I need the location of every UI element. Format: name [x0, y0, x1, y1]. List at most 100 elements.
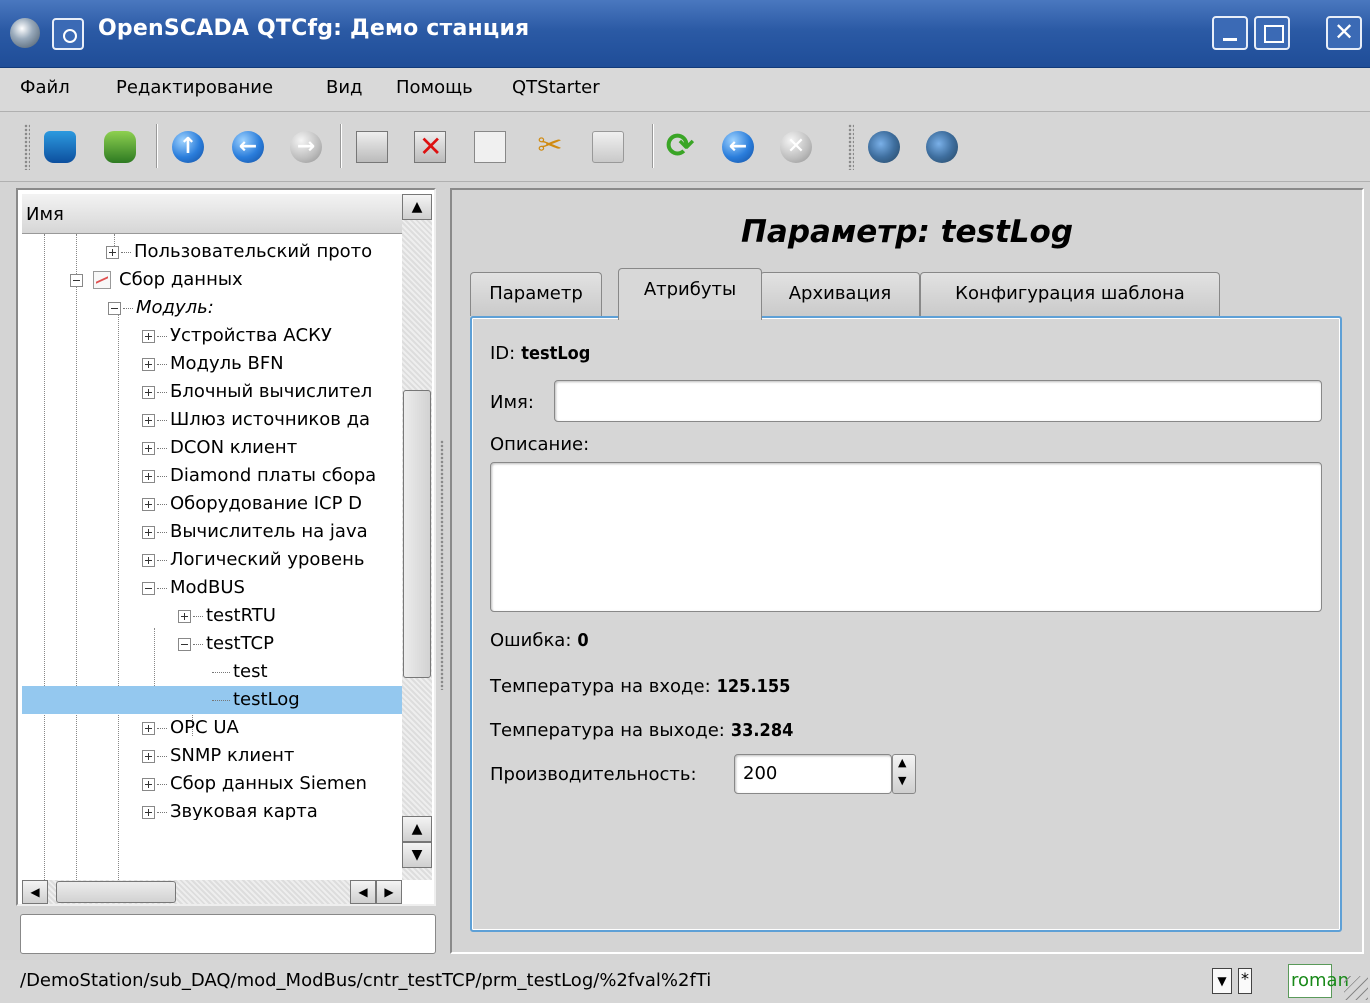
expand-icon[interactable] — [142, 721, 155, 735]
config-tool-icon[interactable] — [868, 131, 900, 163]
tree-item[interactable]: Устройства АСКУ — [142, 322, 332, 350]
tree-item[interactable]: Шлюз источников да — [142, 406, 370, 434]
window-menu-icon[interactable] — [52, 18, 84, 50]
expand-icon[interactable] — [142, 469, 155, 483]
scrollbar-thumb[interactable] — [56, 881, 176, 903]
tree-item[interactable]: DCON клиент — [142, 434, 297, 462]
temp-out-value: 33.284 — [730, 720, 794, 741]
tree-item[interactable]: ModBUS — [142, 574, 245, 602]
expand-icon[interactable] — [142, 385, 155, 399]
tree-item[interactable]: Сбор данных Siemen — [142, 770, 367, 798]
name-label: Имя: — [490, 392, 534, 413]
tree-item[interactable]: test — [212, 658, 268, 686]
scroll-up-icon[interactable]: ▲ — [402, 816, 432, 842]
back-icon[interactable]: ← — [232, 131, 264, 163]
tree-item[interactable]: testTCP — [178, 630, 274, 658]
tree-item[interactable]: testRTU — [178, 602, 276, 630]
resize-grip-icon[interactable] — [1344, 976, 1368, 1000]
tree-item[interactable]: Сбор данных — [70, 266, 243, 294]
pane-splitter[interactable] — [440, 440, 444, 690]
scroll-up-icon[interactable]: ▲ — [402, 194, 432, 220]
tree-column-header[interactable]: Имя — [22, 194, 420, 234]
tree-item[interactable]: Логический уровень — [142, 546, 364, 574]
stop-icon[interactable]: ✕ — [780, 131, 812, 163]
tree-item[interactable]: Блочный вычислител — [142, 378, 372, 406]
toolbar-grip[interactable] — [848, 124, 854, 170]
delete-item-icon[interactable] — [414, 130, 446, 163]
expand-icon[interactable] — [142, 413, 155, 427]
app-icon[interactable] — [10, 18, 40, 48]
menu-qtstarter[interactable]: QTStarter — [512, 77, 600, 98]
menu-help[interactable]: Помощь — [396, 77, 473, 98]
tree-item[interactable]: Звуковая карта — [142, 798, 318, 820]
paste-icon[interactable] — [592, 131, 624, 163]
scroll-left-icon[interactable]: ◀ — [350, 880, 376, 904]
menu-file[interactable]: Файл — [20, 77, 70, 98]
user-badge[interactable]: roman — [1288, 964, 1349, 998]
collapse-icon[interactable] — [178, 637, 191, 651]
toolbar: ↑ ← → ✂ ⟳ ← ✕ — [0, 112, 1370, 182]
scroll-right-icon[interactable]: ▶ — [376, 880, 402, 904]
expand-icon[interactable] — [142, 749, 155, 763]
tree-item[interactable]: OPC UA — [142, 714, 239, 742]
expand-icon[interactable] — [142, 497, 155, 511]
scroll-down-icon[interactable]: ▼ — [402, 842, 432, 868]
chart-icon — [93, 271, 111, 289]
tree-horizontal-scrollbar[interactable]: ◀ ◀ ▶ — [22, 880, 402, 904]
scroll-left-icon[interactable]: ◀ — [22, 880, 48, 904]
expand-icon[interactable] — [142, 525, 155, 539]
forward-icon[interactable]: → — [290, 131, 322, 163]
expand-icon[interactable] — [142, 553, 155, 567]
expand-icon[interactable] — [142, 805, 155, 819]
refresh-icon[interactable]: ⟳ — [664, 129, 696, 163]
tree-item[interactable]: Оборудование ICP D — [142, 490, 362, 518]
db-save-icon[interactable] — [104, 131, 136, 163]
tab-archiving[interactable]: Архивация — [760, 272, 920, 316]
maximize-button[interactable] — [1254, 16, 1290, 50]
toolbar-separator — [156, 124, 158, 168]
tree-item[interactable]: SNMP клиент — [142, 742, 294, 770]
expand-icon[interactable] — [106, 245, 119, 259]
menu-view[interactable]: Вид — [326, 77, 363, 98]
dropdown-icon[interactable]: ▼ — [1212, 968, 1232, 994]
performance-spinbox[interactable]: 200 — [734, 754, 892, 794]
status-path: /DemoStation/sub_DAQ/mod_ModBus/cntr_tes… — [20, 970, 712, 991]
tree-item[interactable]: Вычислитель на java — [142, 518, 368, 546]
menu-edit[interactable]: Редактирование — [116, 77, 273, 98]
up-icon[interactable]: ↑ — [172, 131, 204, 163]
expand-icon[interactable] — [142, 329, 155, 343]
tree-vertical-scrollbar[interactable]: ▲ ▲ ▼ — [402, 194, 432, 880]
expand-icon[interactable] — [142, 441, 155, 455]
cut-icon[interactable]: ✂ — [534, 131, 566, 163]
tree-item[interactable]: Модуль BFN — [142, 350, 284, 378]
toolbar-separator — [652, 124, 654, 168]
spin-arrows-icon[interactable] — [892, 754, 916, 794]
tab-template-config[interactable]: Конфигурация шаблона — [920, 272, 1220, 316]
tree-item[interactable]: Модуль: — [108, 294, 214, 322]
start-icon[interactable]: ← — [722, 131, 754, 163]
db-load-icon[interactable] — [44, 131, 76, 163]
object-tree[interactable]: Имя Пользовательский прото Сбор данных М… — [16, 188, 436, 906]
tree-item[interactable]: Diamond платы сбора — [142, 462, 376, 490]
expand-icon[interactable] — [142, 777, 155, 791]
tab-parameter[interactable]: Параметр — [470, 272, 602, 316]
expand-icon[interactable] — [142, 357, 155, 371]
expand-icon[interactable] — [178, 609, 191, 623]
title-bar[interactable]: OpenSCADA QTCfg: Демо станция ✕ — [0, 0, 1370, 68]
name-input[interactable] — [554, 380, 1322, 422]
scrollbar-thumb[interactable] — [403, 390, 431, 678]
minimize-button[interactable] — [1212, 16, 1248, 50]
tree-filter-input[interactable] — [20, 914, 436, 954]
tab-attributes[interactable]: Атрибуты — [618, 268, 762, 320]
collapse-icon[interactable] — [108, 301, 121, 315]
toolbar-grip[interactable] — [24, 124, 30, 170]
tree-item-selected[interactable]: testLog — [22, 686, 402, 714]
collapse-icon[interactable] — [142, 581, 155, 595]
collapse-icon[interactable] — [70, 273, 83, 287]
config-tool2-icon[interactable] — [926, 131, 958, 163]
description-textarea[interactable] — [490, 462, 1322, 612]
close-button[interactable]: ✕ — [1326, 16, 1362, 50]
tree-item[interactable]: Пользовательский прото — [106, 238, 372, 266]
add-item-icon[interactable] — [356, 131, 388, 163]
copy-icon[interactable] — [474, 131, 506, 163]
